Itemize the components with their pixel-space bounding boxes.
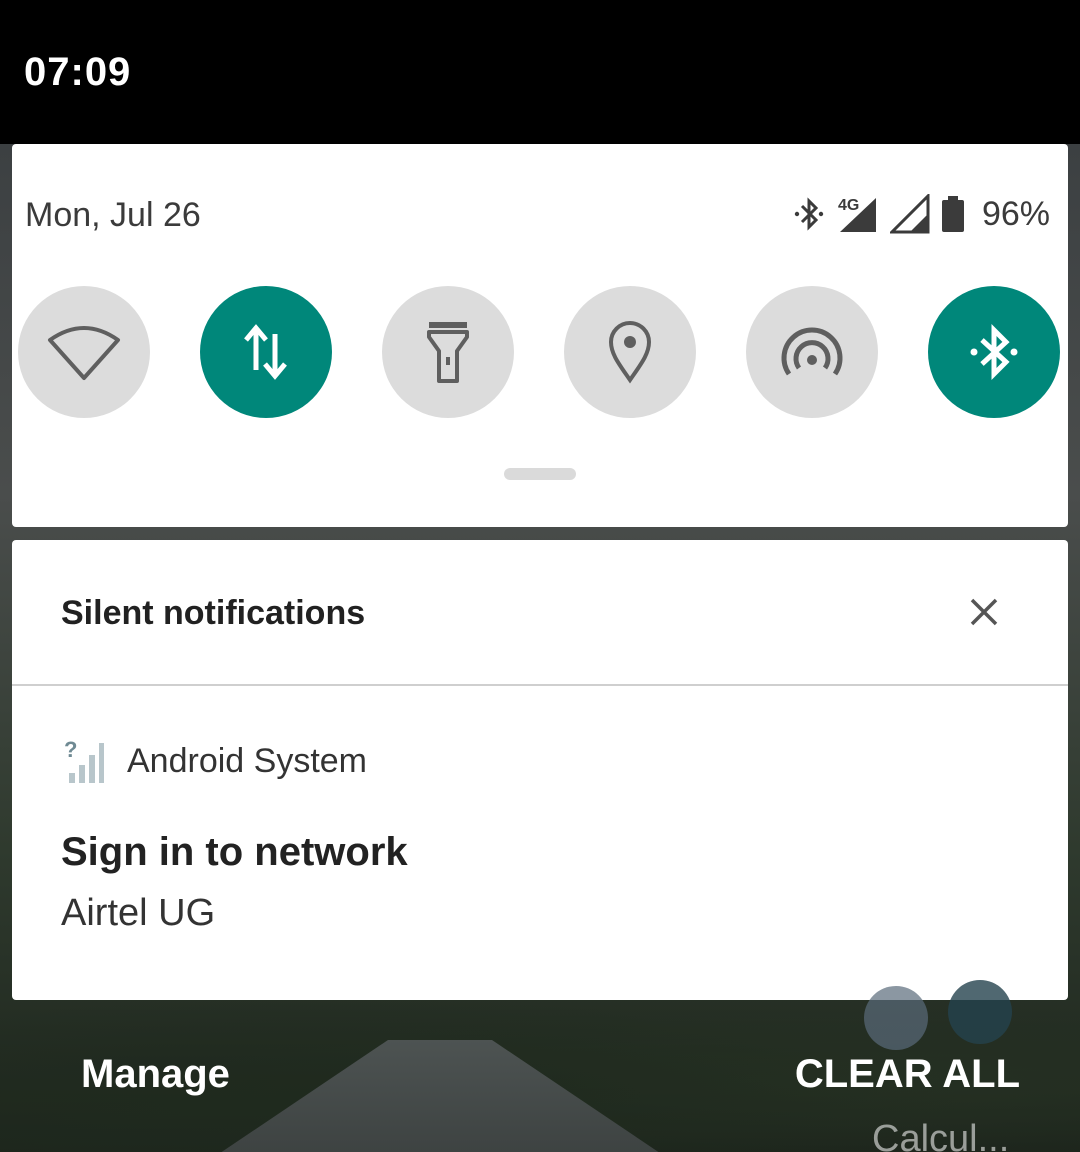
hotspot-icon — [781, 327, 843, 376]
qs-date[interactable]: Mon, Jul 26 — [25, 196, 201, 235]
section-title: Silent notifications — [61, 594, 366, 632]
qs-tile-mobile-data[interactable] — [200, 286, 332, 418]
location-pin-icon — [608, 321, 652, 384]
svg-text:?: ? — [64, 737, 77, 762]
background-app-label: Calcul... — [872, 1118, 1010, 1152]
qs-status-icons: 4G 96% — [792, 192, 1050, 236]
flashlight-icon — [427, 322, 469, 383]
signal-icon — [889, 194, 930, 234]
network-unknown-icon: ? — [64, 737, 104, 783]
notification-title: Sign in to network — [61, 830, 408, 874]
battery-icon — [941, 196, 964, 232]
qs-tile-location[interactable] — [564, 286, 696, 418]
currency-app-icon — [948, 980, 1012, 1044]
qs-expand-handle[interactable] — [504, 468, 576, 480]
notification-card[interactable]: Silent notifications ? Android System Si… — [12, 540, 1068, 1000]
status-clock: 07:09 — [24, 50, 132, 94]
qs-tile-flashlight[interactable] — [382, 286, 514, 418]
close-icon[interactable] — [964, 592, 1004, 632]
network-type-label: 4G — [838, 197, 859, 214]
bluetooth-icon — [970, 323, 1018, 381]
manage-button[interactable]: Manage — [81, 1052, 230, 1097]
quick-settings-panel: Mon, Jul 26 4G 96% — [12, 144, 1068, 527]
wifi-icon — [48, 326, 120, 380]
status-bar: 07:09 — [0, 0, 1080, 144]
notification-section-header: Silent notifications — [12, 540, 1068, 686]
qs-tile-wifi[interactable] — [18, 286, 150, 418]
bluetooth-icon — [794, 197, 824, 231]
qs-tiles — [18, 286, 1062, 418]
calculator-app-icon — [864, 986, 928, 1050]
notification-text: Airtel UG — [61, 892, 216, 934]
notification-app-name: Android System — [127, 741, 367, 780]
clear-all-button[interactable]: CLEAR ALL — [795, 1052, 1020, 1097]
notification-app-row: ? Android System — [61, 736, 367, 786]
qs-tile-hotspot[interactable] — [746, 286, 878, 418]
signal-4g-icon: 4G — [838, 197, 876, 232]
data-arrows-icon — [244, 324, 287, 380]
qs-tile-bluetooth[interactable] — [928, 286, 1060, 418]
battery-percent: 96% — [981, 194, 1050, 233]
